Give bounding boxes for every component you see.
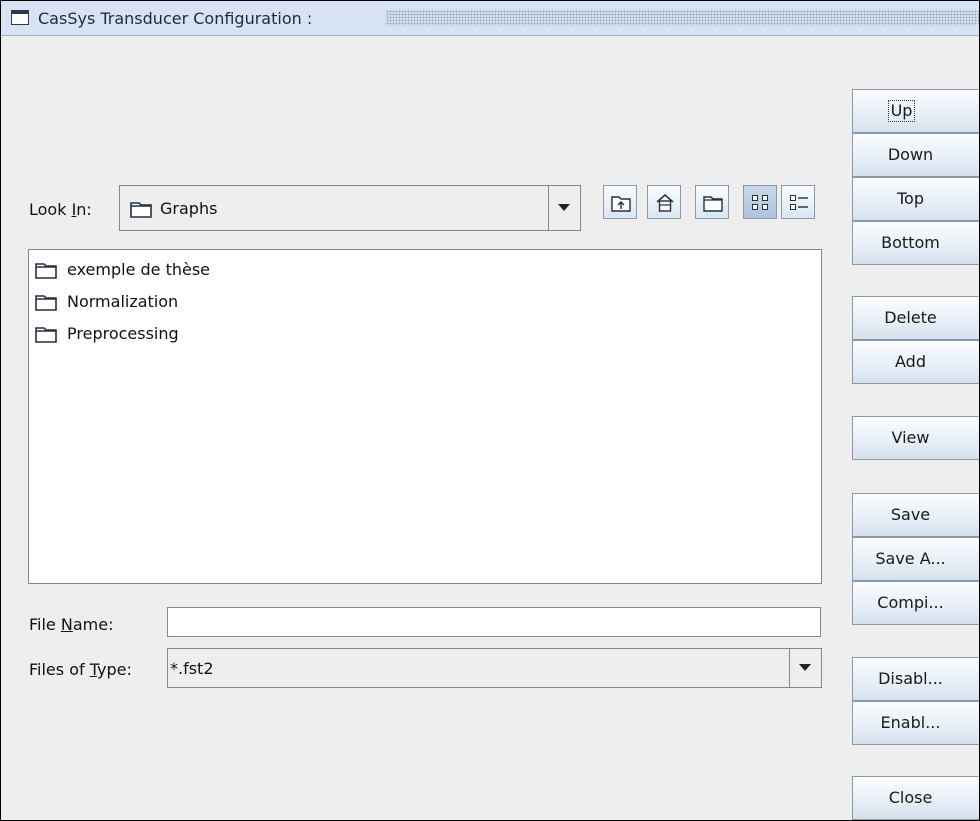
title-bar-texture bbox=[386, 10, 979, 26]
disable-button[interactable]: Disabl... bbox=[852, 657, 979, 701]
save-as-button-label: Save A... bbox=[875, 549, 946, 568]
file-name-label-mnemonic: N bbox=[60, 615, 73, 634]
up-folder-icon bbox=[611, 196, 631, 212]
add-button-label: Add bbox=[895, 352, 926, 371]
folder-icon bbox=[35, 327, 57, 343]
details-view-icon bbox=[790, 195, 808, 210]
file-name-label-pre: File bbox=[29, 615, 61, 634]
save-as-button[interactable]: Save A... bbox=[852, 537, 979, 581]
new-folder-icon bbox=[703, 196, 723, 212]
view-button-label: View bbox=[891, 428, 930, 447]
dialog-window: CasSys Transducer Configuration : Look I… bbox=[0, 0, 980, 821]
compile-button-label: Compi... bbox=[877, 593, 944, 612]
close-button[interactable]: Close bbox=[852, 776, 979, 820]
files-of-type-label-pre: Files of bbox=[29, 660, 90, 679]
file-name: Normalization bbox=[67, 292, 179, 311]
look-in-dropdown[interactable]: Graphs bbox=[119, 185, 581, 231]
list-view-button[interactable] bbox=[743, 185, 777, 219]
home-icon bbox=[656, 194, 674, 212]
folder-icon bbox=[130, 202, 152, 218]
file-name: exemple de thèse bbox=[67, 260, 211, 279]
delete-button-label: Delete bbox=[884, 308, 937, 327]
file-name-input[interactable] bbox=[167, 607, 821, 637]
enable-button[interactable]: Enabl... bbox=[852, 701, 979, 745]
files-of-type-label-post: ype: bbox=[96, 660, 132, 679]
close-button-label: Close bbox=[888, 788, 933, 807]
file-name: Preprocessing bbox=[67, 324, 179, 343]
window-icon bbox=[11, 10, 29, 25]
files-of-type-label-mnemonic: T bbox=[89, 660, 97, 679]
look-in-value: Graphs bbox=[160, 199, 218, 218]
details-view-button[interactable] bbox=[781, 185, 815, 219]
title-bar[interactable]: CasSys Transducer Configuration : bbox=[1, 1, 979, 36]
bottom-button-label: Bottom bbox=[881, 233, 940, 252]
up-button-label: Up bbox=[887, 100, 916, 122]
look-in-label-post: n: bbox=[76, 200, 92, 219]
chevron-down-icon bbox=[558, 204, 570, 211]
top-button[interactable]: Top bbox=[852, 177, 979, 221]
look-in-label: Look In: bbox=[29, 200, 92, 219]
file-list[interactable]: exemple de thèse Normalization Preproces… bbox=[28, 249, 822, 584]
window-title: CasSys Transducer Configuration : bbox=[38, 9, 313, 28]
look-in-label-pre: Look bbox=[29, 200, 72, 219]
file-name-label-post: ame: bbox=[72, 615, 114, 634]
folder-icon bbox=[35, 263, 57, 279]
down-button-label: Down bbox=[887, 145, 934, 164]
delete-button[interactable]: Delete bbox=[852, 296, 979, 340]
bottom-button[interactable]: Bottom bbox=[852, 221, 979, 265]
top-button-label: Top bbox=[897, 189, 924, 208]
save-button-label: Save bbox=[890, 505, 931, 524]
up-button[interactable]: Up bbox=[852, 89, 979, 133]
up-one-level-button[interactable] bbox=[603, 185, 637, 219]
save-button[interactable]: Save bbox=[852, 493, 979, 537]
add-button[interactable]: Add bbox=[852, 340, 979, 384]
files-of-type-dropdown-arrow[interactable] bbox=[789, 649, 821, 687]
files-of-type-value: *.fst2 bbox=[170, 659, 214, 678]
folder-icon bbox=[35, 295, 57, 311]
enable-button-label: Enabl... bbox=[880, 713, 941, 732]
look-in-dropdown-arrow[interactable] bbox=[548, 186, 580, 230]
file-name-label: File Name: bbox=[29, 615, 113, 634]
view-button[interactable]: View bbox=[852, 416, 979, 460]
new-folder-button[interactable] bbox=[695, 185, 729, 219]
files-of-type-label: Files of Type: bbox=[29, 660, 132, 679]
home-button[interactable] bbox=[647, 185, 681, 219]
chevron-down-icon bbox=[799, 664, 811, 671]
down-button[interactable]: Down bbox=[852, 133, 979, 177]
list-view-icon bbox=[752, 195, 768, 210]
files-of-type-dropdown[interactable]: *.fst2 bbox=[167, 648, 822, 688]
disable-button-label: Disabl... bbox=[878, 669, 943, 688]
compile-button[interactable]: Compi... bbox=[852, 581, 979, 625]
